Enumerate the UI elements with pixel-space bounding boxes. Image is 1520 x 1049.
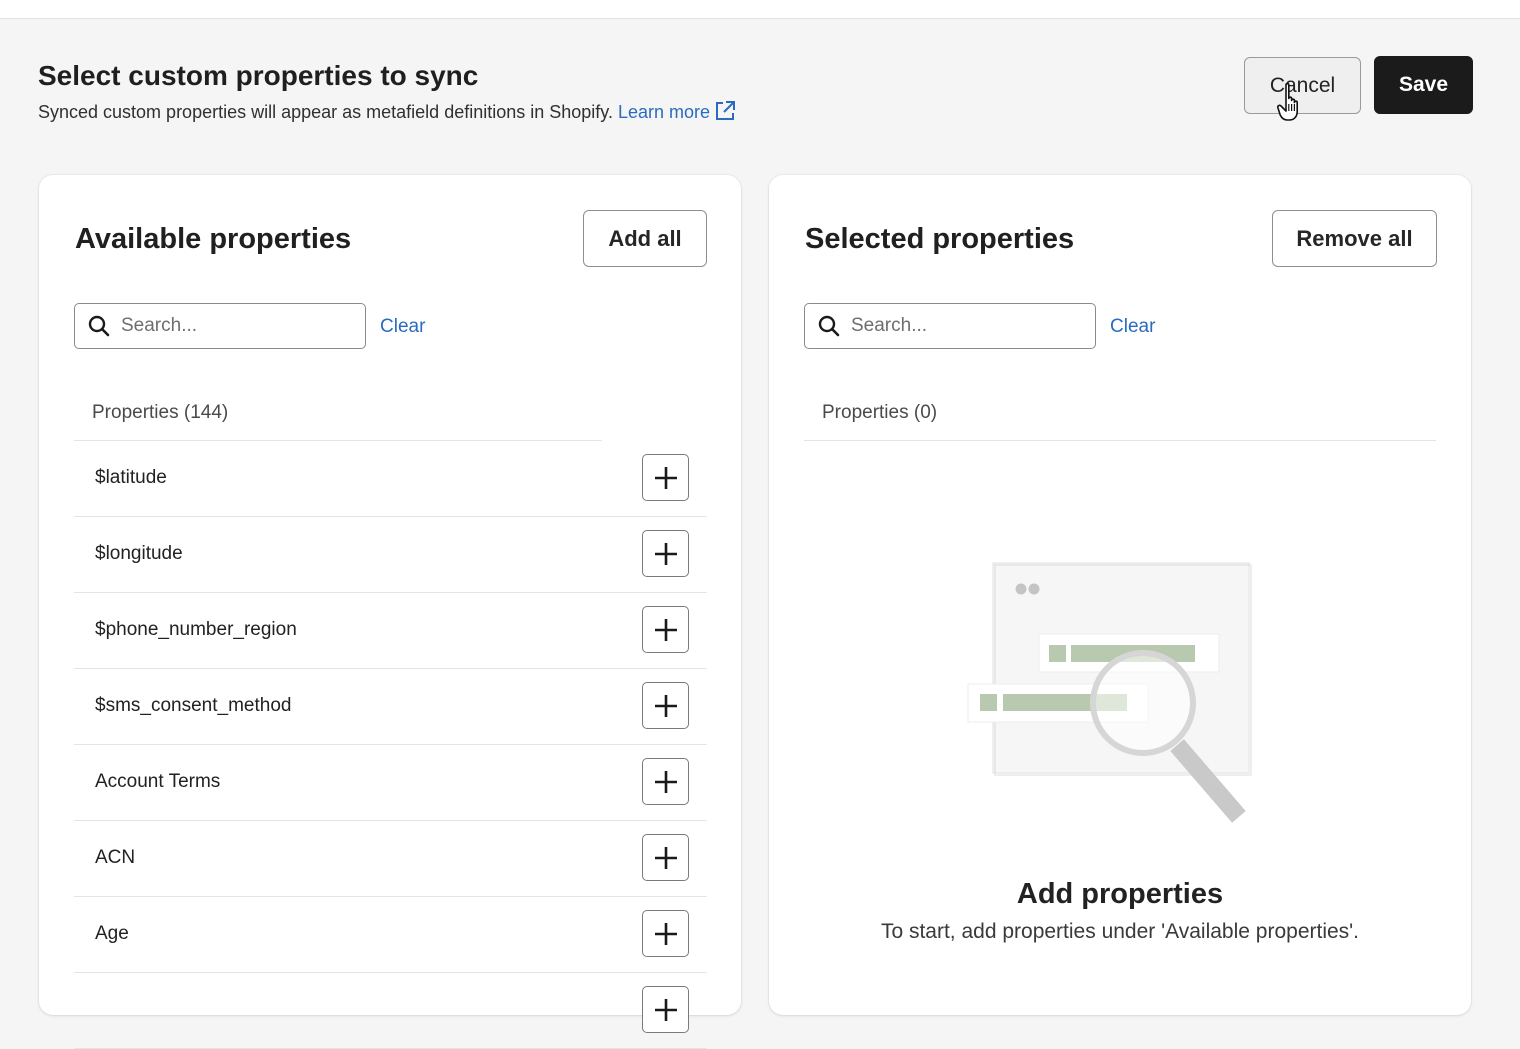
property-name: $sms_consent_method [95,695,292,716]
page-subtitle: Synced custom properties will appear as … [38,100,736,123]
selected-properties-header: Properties (0) [804,395,1436,441]
selected-clear-link[interactable]: Clear [1110,316,1155,338]
learn-more-label: Learn more [617,102,711,122]
plus-icon [654,846,677,869]
top-bar [0,0,1520,19]
property-name: $latitude [95,467,167,488]
property-name: $longitude [95,543,183,564]
search-icon [88,315,110,337]
property-name: Account Terms [95,771,221,792]
save-button[interactable]: Save [1374,56,1473,114]
property-row: $sms_consent_method [74,669,707,745]
plus-icon [654,770,677,793]
plus-icon [654,618,677,641]
property-row: Age [74,897,707,973]
available-properties-list: $latitude $longitude $phone_number_regio… [74,441,707,1049]
property-row: $latitude [74,441,707,517]
property-row: ACN [74,821,707,897]
magnifier-illustration [967,562,1252,823]
selected-properties-title: Selected properties [805,223,1075,255]
property-row: $longitude [74,517,707,593]
add-property-button[interactable] [642,530,689,577]
learn-more-link[interactable]: Learn more [617,101,736,122]
add-property-button[interactable] [642,758,689,805]
add-property-button[interactable] [642,910,689,957]
plus-icon [654,922,677,945]
available-properties-count: Properties (144) [92,402,229,423]
selected-search-input[interactable] [849,314,1073,338]
empty-state-subtitle: To start, add properties under 'Availabl… [880,920,1360,943]
selected-properties-count: Properties (0) [822,402,938,423]
plus-icon [654,998,677,1021]
add-property-button[interactable] [642,986,689,1033]
available-search-input[interactable] [119,314,343,338]
available-clear-link[interactable]: Clear [380,316,425,338]
property-row: $phone_number_region [74,593,707,669]
page-subtitle-text: Synced custom properties will appear as … [38,102,613,122]
add-property-button[interactable] [642,834,689,881]
selected-search-box[interactable] [804,303,1096,349]
search-icon [818,315,840,337]
property-name: ACN [95,847,136,868]
property-row [74,973,707,1049]
available-properties-card: Available properties Add all Clear Prope… [39,175,741,1049]
available-properties-header: Properties (144) [74,395,602,441]
plus-icon [654,694,677,717]
add-property-button[interactable] [642,454,689,501]
add-property-button[interactable] [642,606,689,653]
property-name: $phone_number_region [95,619,297,640]
page-title: Select custom properties to sync [38,60,479,91]
remove-all-button[interactable]: Remove all [1272,210,1437,267]
available-properties-title: Available properties [75,223,352,255]
external-link-icon [716,101,736,120]
property-name: Age [95,923,129,944]
selected-properties-card: Selected properties Remove all Clear Pro… [769,175,1471,1015]
available-search-box[interactable] [74,303,366,349]
add-all-button[interactable]: Add all [583,210,707,267]
pointer-cursor-icon [1277,82,1298,121]
plus-icon [654,542,677,565]
add-property-button[interactable] [642,682,689,729]
property-row: Account Terms [74,745,707,821]
plus-icon [654,466,677,489]
empty-state-title: Add properties [1016,878,1224,910]
